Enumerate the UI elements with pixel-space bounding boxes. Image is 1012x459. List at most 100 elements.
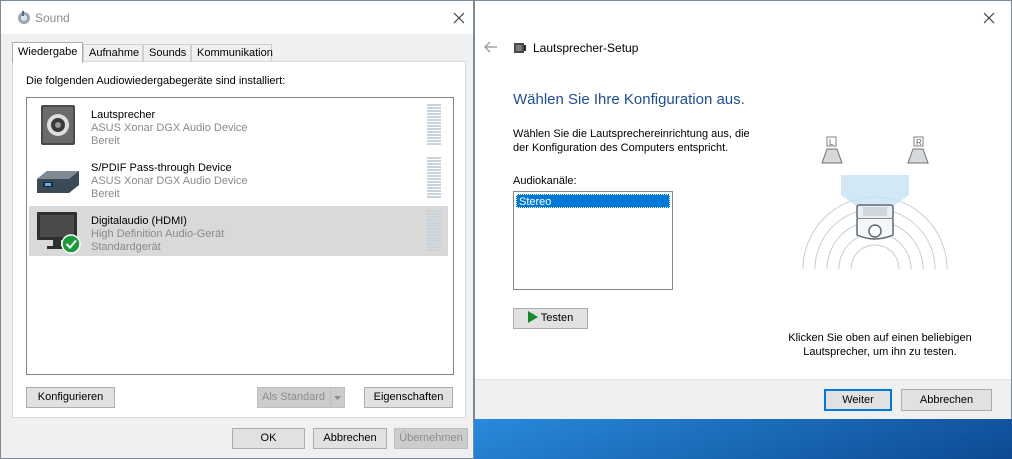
meter-segment (427, 243, 441, 245)
meter-segment (427, 163, 441, 165)
speaker-icon (41, 105, 75, 145)
test-hint-line: Klicken Sie oben auf einen beliebigen (788, 332, 972, 344)
device-description: High Definition Audio-Gerät (91, 228, 225, 240)
device-status: Standardgerät (91, 241, 161, 253)
test-hint-line: Lautsprecher, um ihn zu testen. (803, 346, 957, 358)
meter-segment (427, 178, 441, 180)
volume-meter (427, 157, 441, 198)
playback-device-list[interactable]: Lautsprecher ASUS Xonar DGX Audio Device… (26, 97, 454, 375)
meter-segment (427, 237, 441, 239)
setup-description: Wählen Sie die Lautsprechereinrichtung a… (513, 127, 750, 155)
device-item-hdmi[interactable]: Digitalaudio (HDMI) High Definition Audi… (29, 206, 448, 256)
meter-segment (427, 137, 441, 139)
meter-segment (427, 119, 441, 121)
device-description: ASUS Xonar DGX Audio Device (91, 175, 248, 187)
test-hint: Klicken Sie oben auf einen beliebigen La… (760, 331, 1000, 359)
device-name: Lautsprecher (91, 109, 156, 121)
speaker-setup-icon (514, 43, 526, 53)
tab-kommunikation[interactable]: Kommunikation (191, 44, 273, 61)
meter-segment (427, 193, 441, 195)
meter-segment (427, 175, 441, 177)
set-default-button[interactable]: Als Standard (257, 387, 345, 408)
meter-segment (427, 125, 441, 127)
playback-panel: Die folgenden Audiowiedergabegeräte sind… (12, 61, 466, 418)
meter-segment (427, 107, 441, 109)
meter-segment (427, 116, 441, 118)
meter-segment (427, 222, 441, 224)
device-name: Digitalaudio (HDMI) (91, 215, 187, 227)
speaker-setup-dialog: Lautsprecher-Setup Wählen Sie Ihre Konfi… (474, 0, 1012, 419)
meter-segment (427, 216, 441, 218)
meter-segment (427, 210, 441, 212)
setup-heading: Wählen Sie Ihre Konfiguration aus. (513, 91, 745, 108)
meter-segment (427, 187, 441, 189)
right-speaker-label: R (916, 138, 922, 147)
left-speaker-icon[interactable]: L (821, 136, 843, 164)
device-name: S/PDIF Pass-through Device (91, 162, 232, 174)
tab-aufnahme[interactable]: Aufnahme (83, 44, 143, 61)
device-status: Bereit (91, 135, 120, 147)
meter-segment (427, 113, 441, 115)
meter-segment (427, 213, 441, 215)
speaker-diagram: L R (802, 136, 948, 270)
meter-segment (427, 234, 441, 236)
meter-segment (427, 240, 441, 242)
setup-description-line: Wählen Sie die Lautsprechereinrichtung a… (513, 128, 750, 140)
meter-segment (427, 231, 441, 233)
meter-segment (427, 166, 441, 168)
meter-segment (427, 104, 441, 106)
meter-segment (427, 190, 441, 192)
device-status: Bereit (91, 188, 120, 200)
volume-meter (427, 104, 441, 145)
meter-segment (427, 143, 441, 145)
channels-label: Audiokanäle: (513, 175, 577, 187)
meter-segment (427, 131, 441, 133)
channel-item-stereo[interactable]: Stereo (516, 194, 670, 208)
meter-segment (427, 246, 441, 248)
device-description: ASUS Xonar DGX Audio Device (91, 122, 248, 134)
back-arrow-icon[interactable] (483, 40, 499, 54)
setup-footer: Weiter Abbrechen (475, 379, 1011, 419)
test-button[interactable]: Testen (513, 308, 588, 329)
meter-segment (427, 128, 441, 130)
meter-segment (427, 249, 441, 251)
cancel-button[interactable]: Abbrechen (313, 428, 387, 449)
setup-description-line: der Konfiguration des Computers entspric… (513, 142, 729, 154)
device-item-spdif[interactable]: S/PDIF Pass-through Device ASUS Xonar DG… (29, 153, 448, 203)
properties-button[interactable]: Eigenschaften (364, 387, 453, 408)
sound-app-icon (18, 11, 30, 24)
configure-button[interactable]: Konfigurieren (26, 387, 115, 408)
sound-dialog: Sound Wiedergabe Aufnahme Sounds Kommuni… (0, 0, 474, 459)
chevron-down-icon[interactable] (330, 388, 344, 407)
next-button[interactable]: Weiter (824, 389, 892, 411)
sound-title-bar[interactable]: Sound (1, 1, 473, 34)
test-label: Testen (540, 312, 574, 324)
ok-button[interactable]: OK (232, 428, 305, 449)
right-speaker-icon[interactable]: R (907, 136, 929, 164)
left-speaker-label: L (829, 138, 834, 147)
meter-segment (427, 228, 441, 230)
meter-segment (427, 140, 441, 142)
meter-segment (427, 169, 441, 171)
meter-segment (427, 110, 441, 112)
meter-segment (427, 157, 441, 159)
meter-segment (427, 196, 441, 198)
device-item-lautsprecher[interactable]: Lautsprecher ASUS Xonar DGX Audio Device… (29, 100, 448, 150)
meter-segment (427, 181, 441, 183)
channels-listbox[interactable]: Stereo (513, 191, 673, 290)
meter-segment (427, 219, 441, 221)
play-icon (527, 311, 538, 324)
volume-meter (427, 210, 441, 251)
tab-wiedergabe[interactable]: Wiedergabe (12, 42, 83, 63)
meter-segment (427, 172, 441, 174)
tab-sounds[interactable]: Sounds (143, 44, 191, 61)
monitor-icon (37, 212, 81, 254)
setup-close-icon[interactable] (983, 12, 997, 26)
meter-segment (427, 134, 441, 136)
apply-button[interactable]: Übernehmen (394, 428, 468, 449)
sound-close-icon[interactable] (453, 12, 467, 26)
setup-cancel-button[interactable]: Abbrechen (901, 389, 992, 411)
set-default-label: Als Standard (262, 391, 325, 403)
setup-window-title: Lautsprecher-Setup (533, 41, 639, 55)
playback-heading: Die folgenden Audiowiedergabegeräte sind… (26, 75, 286, 87)
